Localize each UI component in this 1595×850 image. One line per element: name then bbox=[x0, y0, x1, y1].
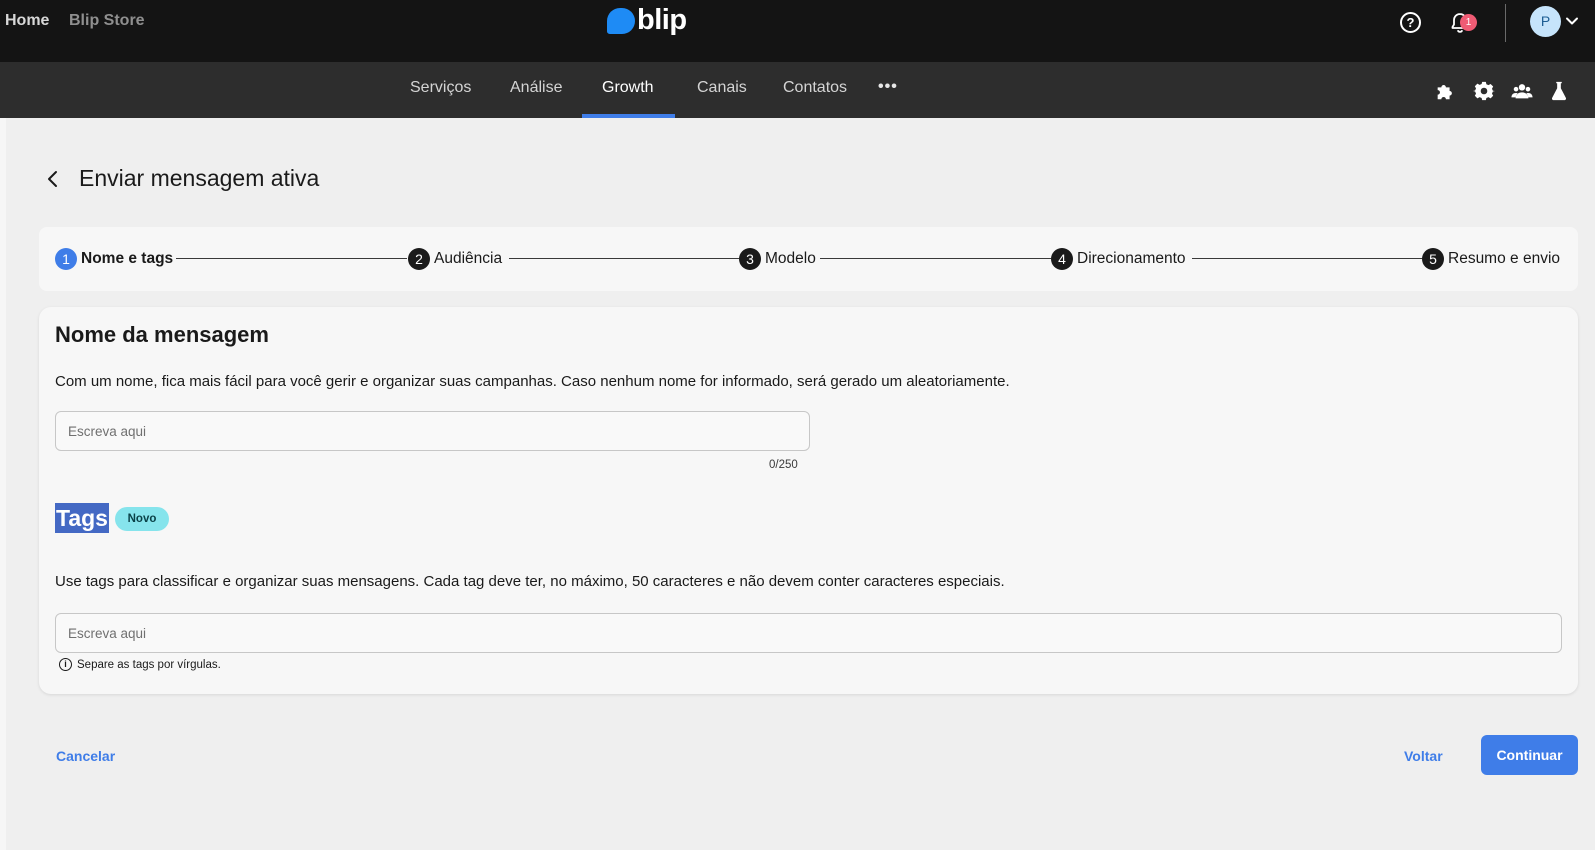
step-label: Resumo e envio bbox=[1448, 250, 1561, 267]
step-modelo[interactable]: 3 Modelo bbox=[739, 247, 816, 271]
blip-bubble-icon bbox=[607, 8, 635, 34]
name-section-description: Com um nome, fica mais fácil para você g… bbox=[55, 373, 1010, 390]
cancel-button[interactable]: Cancelar bbox=[56, 748, 115, 764]
users-icon[interactable] bbox=[1511, 80, 1533, 102]
help-icon[interactable]: ? bbox=[1400, 12, 1421, 33]
page-title: Enviar mensagem ativa bbox=[79, 165, 320, 191]
step-connector bbox=[509, 258, 739, 259]
nav-item-growth[interactable]: Growth bbox=[602, 79, 654, 97]
active-tab-indicator bbox=[582, 114, 675, 118]
avatar[interactable]: P bbox=[1530, 6, 1561, 37]
gear-icon[interactable] bbox=[1473, 80, 1495, 102]
tags-input[interactable] bbox=[56, 614, 1561, 652]
step-nome-e-tags[interactable]: 1 Nome e tags bbox=[55, 247, 173, 271]
step-connector bbox=[176, 258, 407, 259]
topbar-divider bbox=[1505, 4, 1506, 42]
back-arrow-icon[interactable] bbox=[46, 170, 60, 188]
notification-badge: 1 bbox=[1460, 14, 1477, 31]
nav-item-analise[interactable]: Análise bbox=[510, 79, 562, 97]
step-resumo-e-envio[interactable]: 5 Resumo e envio bbox=[1422, 247, 1560, 271]
nav-item-contatos[interactable]: Contatos bbox=[783, 79, 847, 97]
tags-hint: i Separe as tags por vírgulas. bbox=[59, 658, 221, 671]
step-audiencia[interactable]: 2 Audiência bbox=[408, 247, 502, 271]
step-connector bbox=[1192, 258, 1422, 259]
step-label: Audiência bbox=[434, 250, 503, 267]
nav-item-servicos[interactable]: Serviços bbox=[410, 79, 471, 97]
flask-icon[interactable] bbox=[1548, 80, 1570, 102]
tags-hint-text: Separe as tags por vírgulas. bbox=[77, 658, 221, 671]
step-number: 5 bbox=[1422, 248, 1444, 270]
step-number: 3 bbox=[739, 248, 761, 270]
main-nav: Serviços Análise Growth Canais Contatos … bbox=[0, 62, 1595, 118]
step-number: 2 bbox=[408, 248, 430, 270]
step-number: 1 bbox=[55, 248, 77, 270]
home-link[interactable]: Home bbox=[5, 12, 49, 30]
left-edge-panel bbox=[0, 118, 6, 850]
logo-text: blip bbox=[637, 4, 687, 36]
back-button[interactable]: Voltar bbox=[1404, 748, 1443, 764]
tags-section-description: Use tags para classificar e organizar su… bbox=[55, 573, 1005, 590]
continue-button[interactable]: Continuar bbox=[1481, 735, 1578, 775]
new-badge: Novo bbox=[115, 507, 169, 531]
puzzle-icon[interactable] bbox=[1434, 80, 1456, 102]
blip-store-link[interactable]: Blip Store bbox=[69, 12, 145, 30]
character-counter: 0/250 bbox=[769, 459, 798, 471]
message-form-card: Nome da mensagem Com um nome, fica mais … bbox=[39, 307, 1578, 694]
info-icon: i bbox=[59, 658, 72, 671]
name-section-title: Nome da mensagem bbox=[55, 322, 269, 347]
nav-more-button[interactable]: ••• bbox=[878, 78, 898, 96]
nav-item-canais[interactable]: Canais bbox=[697, 79, 747, 97]
message-name-input[interactable] bbox=[56, 412, 809, 450]
step-label: Direcionamento bbox=[1077, 250, 1186, 267]
step-number: 4 bbox=[1051, 248, 1073, 270]
step-direcionamento[interactable]: 4 Direcionamento bbox=[1051, 247, 1186, 271]
step-label: Modelo bbox=[765, 250, 816, 267]
chevron-down-icon[interactable] bbox=[1565, 14, 1579, 28]
step-connector bbox=[820, 258, 1051, 259]
step-label: Nome e tags bbox=[81, 250, 174, 267]
stepper: 1 Nome e tags 2 Audiência 3 Modelo 4 Dir… bbox=[39, 227, 1578, 291]
top-bar: Home Blip Store blip ? 1 P bbox=[0, 0, 1595, 62]
tags-field bbox=[55, 613, 1562, 653]
message-name-field bbox=[55, 411, 810, 451]
tags-section-title: Tags bbox=[55, 503, 109, 533]
